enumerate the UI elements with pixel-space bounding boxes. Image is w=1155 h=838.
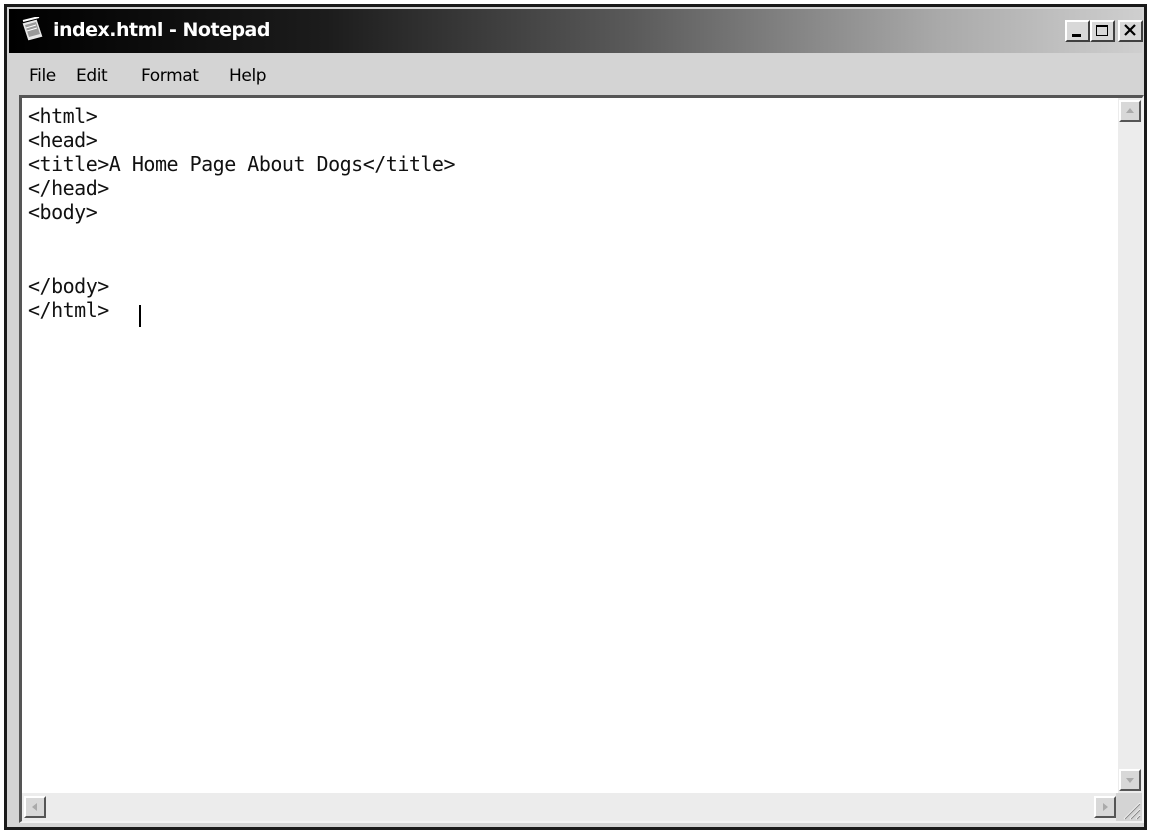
code-line-5: <body> <box>28 200 98 224</box>
scroll-right-arrow-icon <box>1103 803 1108 811</box>
scroll-down-arrow-icon <box>1126 778 1134 783</box>
maximize-button[interactable] <box>1090 20 1115 42</box>
resize-grip-icon[interactable] <box>1116 793 1142 821</box>
scroll-left-arrow-icon <box>32 803 37 811</box>
minimize-button[interactable] <box>1065 20 1090 42</box>
minimize-icon <box>1072 34 1081 37</box>
text-area-frame: <html> <head> <title>A Home Page About D… <box>19 95 1144 823</box>
scroll-up-arrow-icon <box>1126 108 1134 113</box>
scroll-down-button[interactable] <box>1119 769 1141 791</box>
code-line-3: <title>A Home Page About Dogs</title> <box>28 152 456 176</box>
menu-format[interactable]: Format <box>141 65 199 87</box>
menu-help[interactable]: Help <box>229 65 267 87</box>
text-caret <box>139 305 141 327</box>
maximize-icon <box>1096 25 1108 36</box>
scroll-right-button[interactable] <box>1094 796 1116 818</box>
notepad-icon[interactable] <box>19 16 47 43</box>
menu-bar: File Edit Format Help <box>9 57 1142 93</box>
notepad-window: index.html - Notepad File Edit Format He… <box>4 4 1147 830</box>
vertical-scrollbar[interactable] <box>1118 98 1142 793</box>
code-line-2: <head> <box>28 128 98 152</box>
title-bar[interactable]: index.html - Notepad <box>9 9 1143 53</box>
code-line-9: </html> <box>28 298 109 322</box>
scroll-left-button[interactable] <box>24 796 46 818</box>
scroll-up-button[interactable] <box>1119 100 1141 122</box>
code-line-8: </body> <box>28 274 109 298</box>
menu-file[interactable]: File <box>29 65 56 87</box>
text-editor[interactable]: <html> <head> <title>A Home Page About D… <box>22 98 1118 793</box>
window-title: index.html - Notepad <box>53 19 270 41</box>
close-button[interactable] <box>1118 20 1143 42</box>
horizontal-scrollbar[interactable] <box>22 793 1118 821</box>
close-icon <box>1124 24 1136 36</box>
menu-edit[interactable]: Edit <box>76 65 108 87</box>
code-line-1: <html> <box>28 104 98 128</box>
code-line-4: </head> <box>28 176 109 200</box>
